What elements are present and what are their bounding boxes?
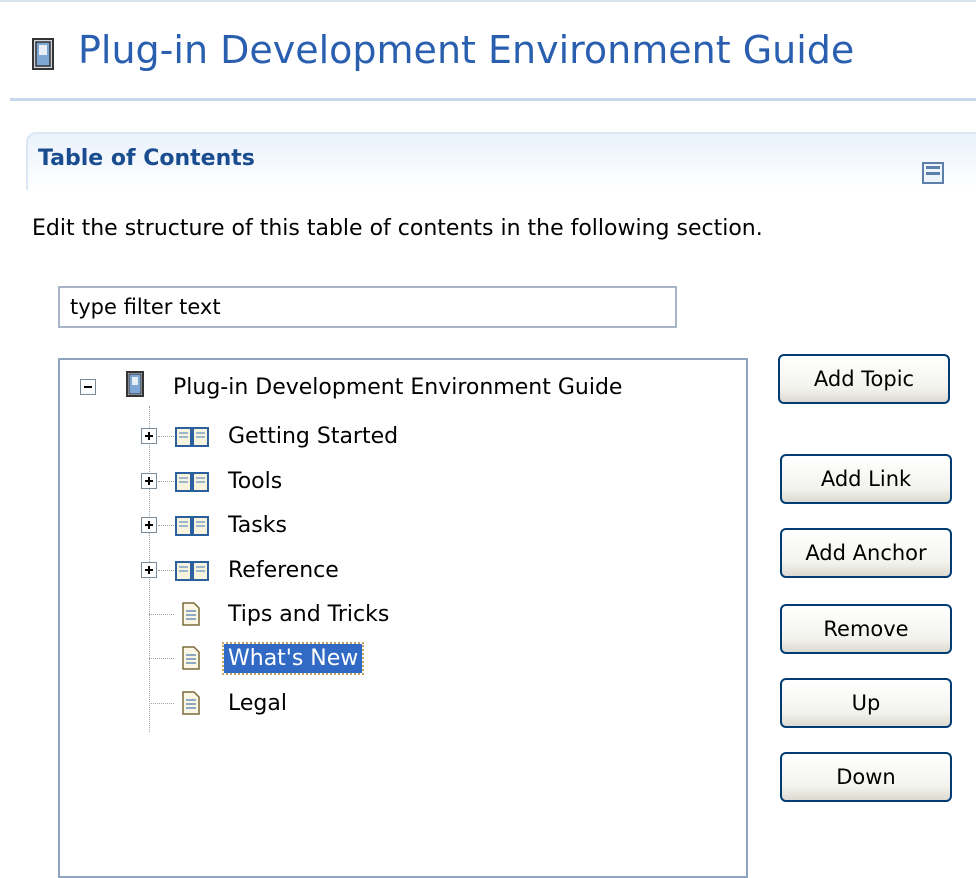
tree-item-tips-and-tricks[interactable]: Tips and Tricks [224, 594, 393, 634]
tree-item-label: Legal [228, 690, 287, 716]
open-book-icon [175, 516, 209, 536]
tree-item-label: Tips and Tricks [228, 601, 390, 627]
page-icon [182, 602, 200, 626]
tree-item-legal[interactable]: Legal [224, 683, 291, 723]
expand-toggle[interactable] [141, 428, 157, 444]
tree-connector [149, 614, 174, 615]
toc-section: Table of Contents Edit the structure of … [26, 132, 976, 878]
guide-book-icon [126, 371, 144, 397]
page-title: Plug-in Development Environment Guide [78, 28, 855, 72]
section-title: Table of Contents [38, 146, 255, 171]
tree-item-label: What's New [221, 641, 365, 675]
tree-item-label: Reference [228, 557, 339, 583]
expand-toggle[interactable] [141, 473, 157, 489]
open-book-icon [175, 427, 209, 447]
tree-item-reference[interactable]: Reference [224, 550, 343, 590]
tree-item-label: Plug-in Development Environment Guide [173, 374, 623, 400]
open-book-icon [175, 472, 209, 492]
section-description: Edit the structure of this table of cont… [32, 216, 763, 241]
page-icon [182, 691, 200, 715]
expand-toggle[interactable] [141, 517, 157, 533]
tree-item-tasks[interactable]: Tasks [224, 505, 291, 545]
add-anchor-button[interactable]: Add Anchor [780, 528, 952, 578]
up-button[interactable]: Up [780, 678, 952, 728]
tree-connector [158, 436, 174, 437]
expand-toggle[interactable] [141, 562, 157, 578]
tree-connector [158, 525, 174, 526]
tree-item-tools[interactable]: Tools [224, 461, 286, 501]
section-header: Table of Contents [26, 132, 976, 190]
collapse-toggle[interactable] [80, 379, 96, 395]
tree-root[interactable]: Plug-in Development Environment Guide [169, 367, 626, 407]
tree-item-label: Tasks [228, 512, 287, 538]
toc-tree[interactable]: Plug-in Development Environment Guide Ge… [58, 358, 748, 878]
add-topic-button[interactable]: Add Topic [778, 354, 950, 404]
header-divider [10, 98, 976, 101]
tree-connector [149, 658, 174, 659]
remove-button[interactable]: Remove [780, 604, 952, 654]
tree-item-label: Getting Started [228, 423, 399, 449]
filter-input[interactable] [58, 286, 677, 328]
tree-connector [158, 570, 174, 571]
page-icon [182, 646, 200, 670]
tree-connector [149, 703, 174, 704]
editor-header: Plug-in Development Environment Guide [0, 8, 976, 100]
add-link-button[interactable]: Add Link [780, 454, 952, 504]
tree-connector [158, 481, 174, 482]
tree-item-whats-new[interactable]: What's New [221, 638, 365, 678]
open-book-icon [175, 561, 209, 581]
top-border [0, 0, 976, 2]
collapse-icon[interactable] [922, 162, 944, 184]
tree-item-label: Tools [228, 468, 283, 494]
down-button[interactable]: Down [780, 752, 952, 802]
tree-item-getting-started[interactable]: Getting Started [224, 416, 402, 456]
guide-book-icon [32, 38, 54, 70]
